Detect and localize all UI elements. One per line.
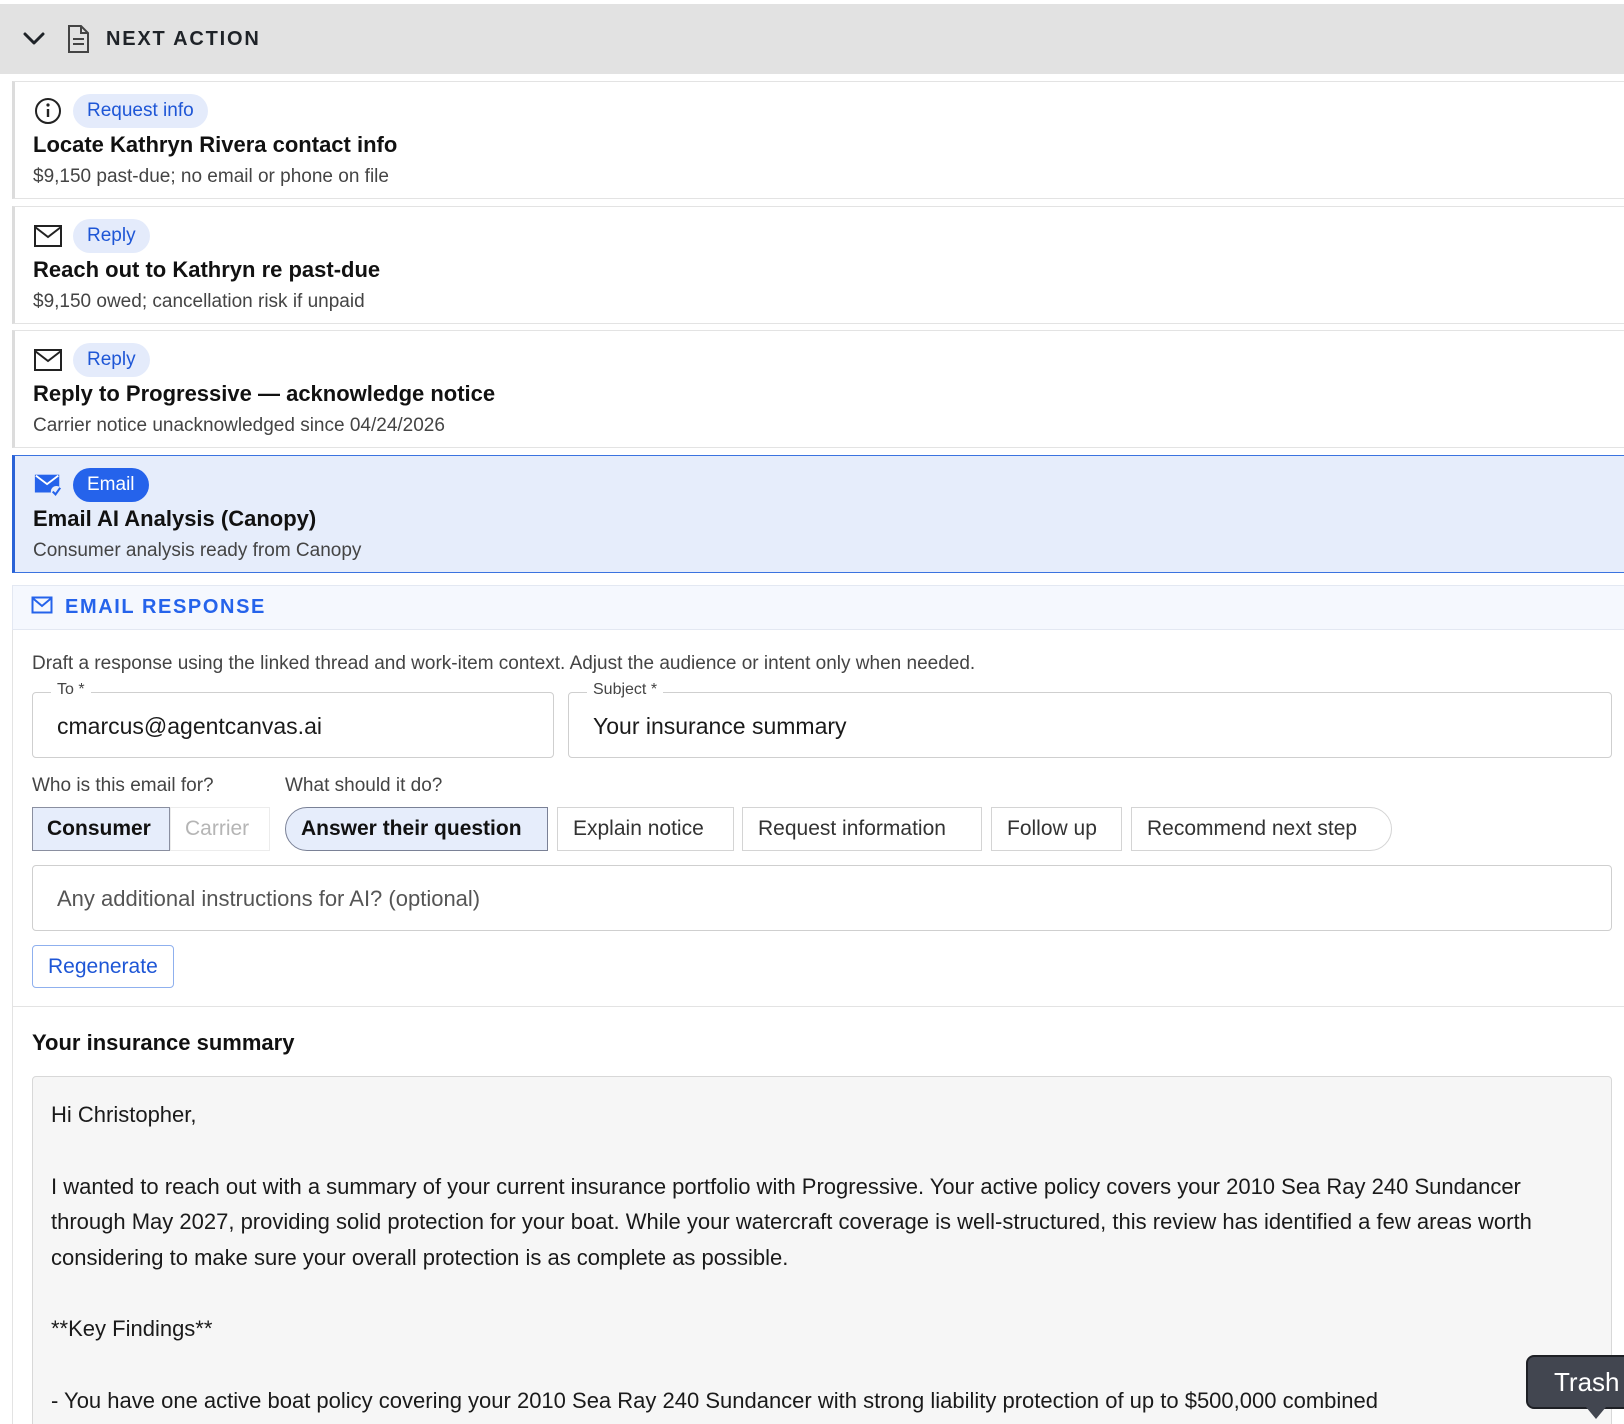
email-response-header: EMAIL RESPONSE bbox=[12, 585, 1624, 630]
email-response-title: EMAIL RESPONSE bbox=[65, 596, 266, 618]
trash-tooltip: Trash bbox=[1526, 1355, 1624, 1419]
subject-field[interactable]: Subject * Your insurance summary bbox=[568, 681, 1612, 758]
audience-label: Who is this email for? bbox=[32, 775, 214, 796]
email-paragraph: I wanted to reach out with a summary of … bbox=[51, 1173, 1532, 1270]
subject-value[interactable]: Your insurance summary bbox=[593, 713, 847, 740]
instructions-placeholder: Any additional instructions for AI? (opt… bbox=[57, 886, 481, 911]
chevron-down-icon[interactable] bbox=[22, 27, 46, 51]
to-value[interactable]: cmarcus@agentcanvas.ai bbox=[57, 713, 322, 740]
action-badge: Email bbox=[73, 468, 149, 502]
action-title: Reach out to Kathryn re past-due bbox=[33, 257, 381, 282]
email-bullet: - You have one active boat policy coveri… bbox=[51, 1387, 1378, 1413]
action-badge: Reply bbox=[73, 219, 150, 253]
email-response-description: Draft a response using the linked thread… bbox=[32, 653, 976, 674]
action-card-email-analysis[interactable]: Email Email AI Analysis (Canopy) Consume… bbox=[12, 455, 1624, 573]
audience-toggle: Consumer Carrier bbox=[32, 807, 270, 851]
to-label: To * bbox=[51, 681, 91, 699]
intent-option-recommend[interactable]: Recommend next step bbox=[1131, 807, 1392, 851]
mail-icon bbox=[31, 596, 53, 619]
email-preview-subject: Your insurance summary bbox=[32, 1030, 295, 1055]
intent-option-explain[interactable]: Explain notice bbox=[557, 807, 734, 851]
email-heading: **Key Findings** bbox=[51, 1316, 213, 1341]
mail-icon bbox=[33, 345, 63, 375]
action-card-reply-kathryn[interactable]: Reply Reach out to Kathryn re past-due $… bbox=[12, 206, 1624, 324]
audience-option-consumer[interactable]: Consumer bbox=[32, 807, 170, 851]
action-card-reply-progressive[interactable]: Reply Reply to Progressive — acknowledge… bbox=[12, 330, 1624, 448]
email-greeting: Hi Christopher, bbox=[51, 1102, 197, 1127]
action-title: Reply to Progressive — acknowledge notic… bbox=[33, 381, 496, 406]
action-badge: Request info bbox=[73, 94, 208, 128]
document-icon bbox=[66, 24, 92, 54]
audience-option-carrier[interactable]: Carrier bbox=[170, 807, 270, 851]
intent-label: What should it do? bbox=[285, 775, 443, 796]
mail-check-icon bbox=[33, 470, 63, 500]
intent-option-request[interactable]: Request information bbox=[742, 807, 982, 851]
action-subtitle: $9,150 past-due; no email or phone on fi… bbox=[33, 166, 389, 187]
instructions-input[interactable]: Any additional instructions for AI? (opt… bbox=[32, 865, 1612, 931]
action-subtitle: Consumer analysis ready from Canopy bbox=[33, 540, 362, 561]
action-card-request-info[interactable]: Request info Locate Kathryn Rivera conta… bbox=[12, 81, 1624, 199]
trash-tooltip-label: Trash bbox=[1554, 1366, 1620, 1397]
action-title: Locate Kathryn Rivera contact info bbox=[33, 132, 398, 157]
mail-icon bbox=[33, 221, 63, 251]
next-action-header[interactable]: NEXT ACTION bbox=[0, 4, 1624, 74]
action-title: Email AI Analysis (Canopy) bbox=[33, 506, 317, 531]
action-subtitle: $9,150 owed; cancellation risk if unpaid bbox=[33, 291, 365, 312]
intent-option-followup[interactable]: Follow up bbox=[991, 807, 1122, 851]
intent-option-answer[interactable]: Answer their question bbox=[285, 807, 548, 851]
subject-label: Subject * bbox=[587, 681, 664, 699]
action-subtitle: Carrier notice unacknowledged since 04/2… bbox=[33, 415, 445, 436]
email-body-editor[interactable]: Hi Christopher, I wanted to reach out wi… bbox=[32, 1076, 1612, 1424]
divider bbox=[12, 1006, 1624, 1007]
to-field[interactable]: To * cmarcus@agentcanvas.ai bbox=[32, 681, 554, 758]
regenerate-button[interactable]: Regenerate bbox=[32, 945, 174, 988]
info-icon bbox=[33, 96, 63, 126]
action-badge: Reply bbox=[73, 343, 150, 377]
section-title: NEXT ACTION bbox=[106, 27, 261, 50]
